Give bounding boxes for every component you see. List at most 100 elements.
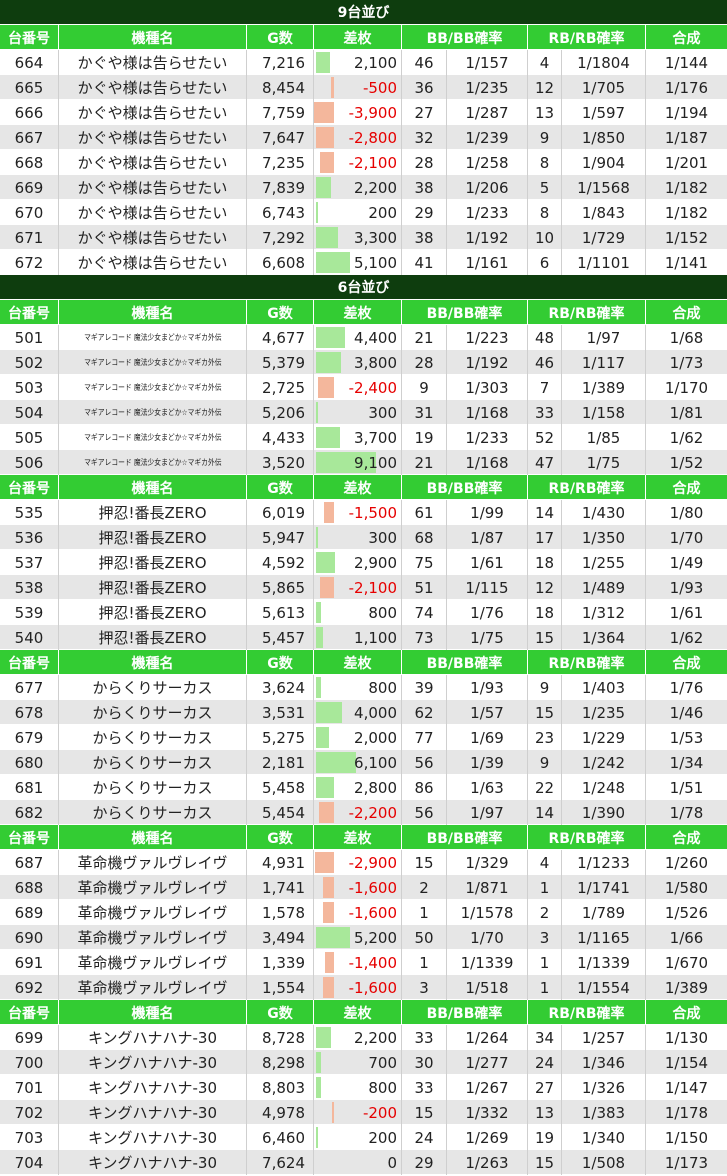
machine-name-text: 押忍!番長ZERO (98, 629, 207, 647)
bb-probability: 1/206 (447, 175, 528, 200)
bb-count: 21 (402, 325, 447, 350)
rb-count: 1 (528, 875, 562, 900)
table-row: 669 かぐや様は告らせたい 7,839 2,200 38 1/206 5 1/1568 1/1… (0, 175, 727, 200)
coin-difference-value: 5,100 (354, 253, 397, 272)
bb-count: 62 (402, 700, 447, 725)
machine-name: キングハナハナ-30 (59, 1050, 247, 1075)
combined-probability: 1/141 (664, 253, 709, 272)
bb-probability: 1/168 (447, 400, 528, 425)
coin-difference-bar (324, 502, 334, 523)
rb-probability: 1/85 (562, 425, 646, 450)
coin-difference-bar (315, 852, 334, 873)
game-count: 7,216 (247, 50, 314, 75)
column-header-row: 台番号 機種名 G数 差枚 BB/BB確率 RB/RB確率 合成 (0, 475, 727, 500)
header-bb-probability: BB/BB確率 (402, 300, 528, 325)
column-header-row: 台番号 機種名 G数 差枚 BB/BB確率 RB/RB確率 合成 (0, 25, 727, 50)
combined-probability: 1/51 (669, 778, 704, 797)
coin-difference-bar (319, 802, 334, 823)
machine-number: 703 (0, 1125, 59, 1150)
bb-count: 56 (402, 800, 447, 825)
rb-count: 18 (528, 550, 562, 575)
bb-count: 61 (402, 500, 447, 525)
machine-name-text: キングハナハナ-30 (87, 1079, 218, 1097)
game-count: 4,592 (247, 550, 314, 575)
table-row: 670 かぐや様は告らせたい 6,743 200 29 1/233 8 1/843 1/182 (0, 200, 727, 225)
header-coin-difference: 差枚 (314, 1000, 402, 1025)
coin-difference-value: -2,900 (348, 853, 397, 872)
coin-difference: 1,100 (314, 625, 402, 650)
combined-probability: 1/147 (664, 1078, 709, 1097)
coin-difference-value: -2,400 (348, 378, 397, 397)
bb-probability: 1/267 (447, 1075, 528, 1100)
coin-difference-bar (316, 1127, 318, 1148)
machine-number: 681 (0, 775, 59, 800)
machine-number: 679 (0, 725, 59, 750)
machine-name: マギアレコード 魔法少女まどか☆マギカ外伝 (59, 425, 247, 450)
bb-count: 39 (402, 675, 447, 700)
bb-probability: 1/1578 (447, 900, 528, 925)
table-row: 501 マギアレコード 魔法少女まどか☆マギカ外伝 4,677 4,400 21 1/22… (0, 325, 727, 350)
bb-probability: 1/157 (447, 50, 528, 75)
coin-difference-value: 2,800 (354, 778, 397, 797)
bb-count: 73 (402, 625, 447, 650)
coin-difference-bar (316, 702, 342, 723)
rb-probability: 1/789 (562, 900, 646, 925)
machine-name: かぐや様は告らせたい (59, 250, 247, 275)
game-count: 7,292 (247, 225, 314, 250)
header-rb-probability: RB/RB確率 (528, 25, 646, 50)
machine-name: 革命機ヴァルヴレイヴ (59, 850, 247, 875)
game-count: 6,743 (247, 200, 314, 225)
machine-name-text: かぐや様は告らせたい (77, 204, 228, 222)
bb-probability: 1/277 (447, 1050, 528, 1075)
header-machine-name: 機種名 (59, 25, 247, 50)
rb-count: 18 (528, 600, 562, 625)
game-count: 1,578 (247, 900, 314, 925)
header-machine-number: 台番号 (0, 25, 59, 50)
coin-difference: -2,200 (314, 800, 402, 825)
machine-number: 670 (0, 200, 59, 225)
combined-probability: 1/580 (664, 878, 709, 897)
machine-number: 680 (0, 750, 59, 775)
machine-name: 革命機ヴァルヴレイヴ (59, 950, 247, 975)
rb-probability: 1/705 (562, 75, 646, 100)
coin-difference: -1,600 (314, 875, 402, 900)
bb-count: 68 (402, 525, 447, 550)
coin-difference: 0 (314, 1150, 402, 1175)
coin-difference-bar (316, 227, 338, 248)
rb-count: 5 (528, 175, 562, 200)
coin-difference-value: -1,600 (348, 878, 397, 897)
bb-count: 9 (402, 375, 447, 400)
bb-probability: 1/75 (447, 625, 528, 650)
combined-probability: 1/150 (664, 1128, 709, 1147)
game-count: 5,457 (247, 625, 314, 650)
rb-probability: 1/75 (562, 450, 646, 475)
header-machine-number: 台番号 (0, 650, 59, 675)
combined-probability: 1/144 (664, 53, 709, 72)
machine-number: 700 (0, 1050, 59, 1075)
machine-number: 503 (0, 375, 59, 400)
machine-name: キングハナハナ-30 (59, 1025, 247, 1050)
section-title: 9台並び (0, 0, 727, 25)
coin-difference-bar (316, 1027, 331, 1048)
machine-name: 革命機ヴァルヴレイヴ (59, 900, 247, 925)
header-rb-probability: RB/RB確率 (528, 825, 646, 850)
rb-count: 27 (528, 1075, 562, 1100)
game-count: 5,275 (247, 725, 314, 750)
machine-name: マギアレコード 魔法少女まどか☆マギカ外伝 (59, 450, 247, 475)
coin-difference-bar (332, 1102, 334, 1123)
machine-name-text: キングハナハナ-30 (87, 1029, 218, 1047)
table-row: 691 革命機ヴァルヴレイヴ 1,339 -1,400 1 1/1339 1 1/1339 1/… (0, 950, 727, 975)
table-row: 699 キングハナハナ-30 8,728 2,200 33 1/264 34 1/257 1/1… (0, 1025, 727, 1050)
bb-count: 29 (402, 200, 447, 225)
rb-count: 14 (528, 500, 562, 525)
combined-probability: 1/194 (664, 103, 709, 122)
machine-name-text: 押忍!番長ZERO (98, 554, 207, 572)
machine-number: 672 (0, 250, 59, 275)
machine-name-text: マギアレコード 魔法少女まどか☆マギカ外伝 (83, 358, 222, 367)
bb-count: 31 (402, 400, 447, 425)
rb-probability: 1/597 (562, 100, 646, 125)
coin-difference: 300 (314, 525, 402, 550)
game-count: 3,494 (247, 925, 314, 950)
combined-probability: 1/78 (669, 803, 704, 822)
machine-name: 押忍!番長ZERO (59, 625, 247, 650)
